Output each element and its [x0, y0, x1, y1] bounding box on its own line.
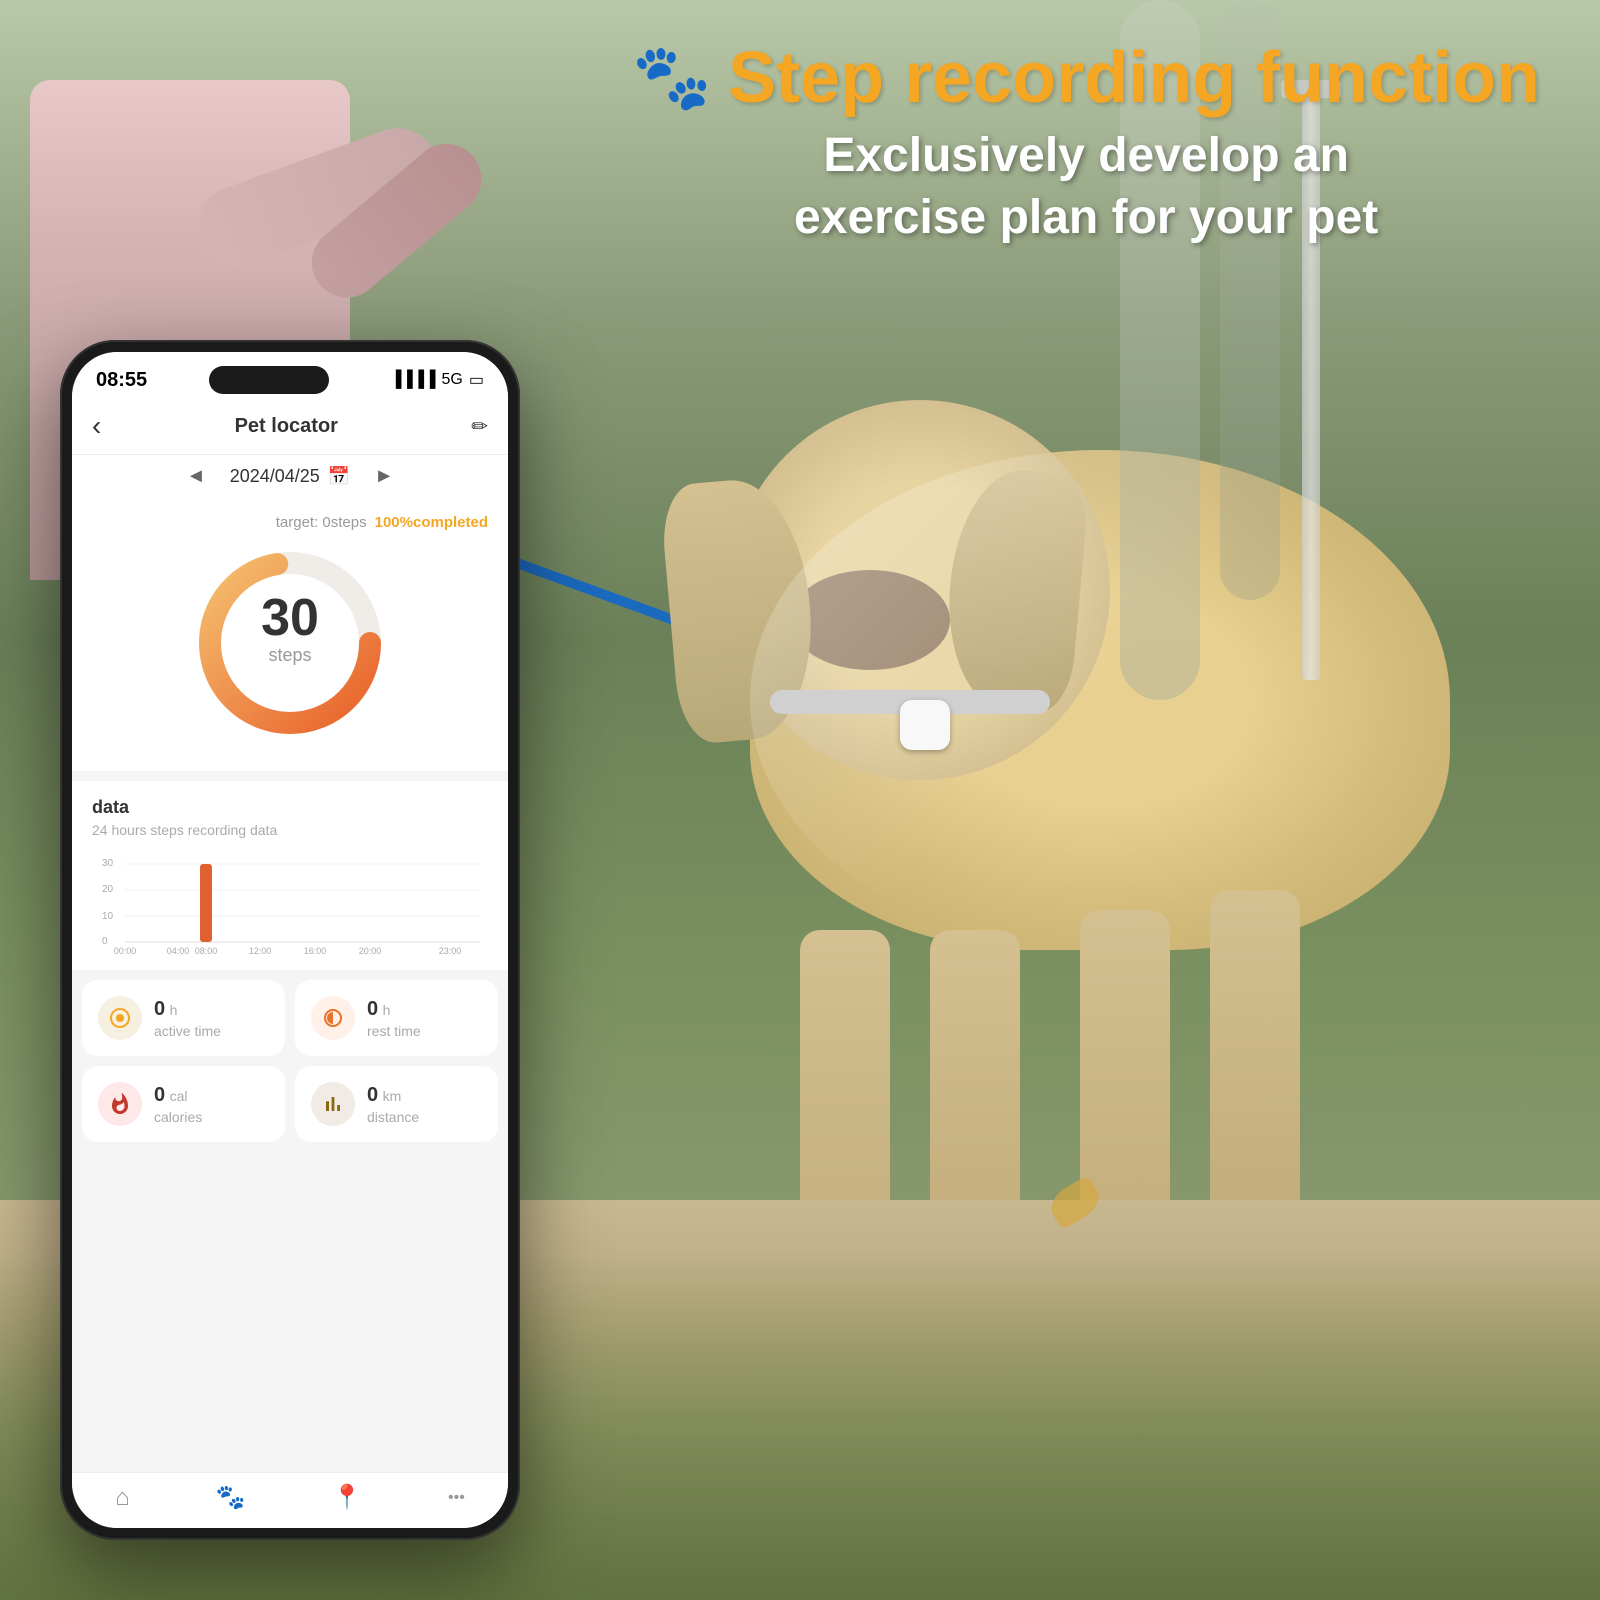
date-next-button[interactable]: ►	[374, 465, 394, 488]
steps-section: target: 0steps 100%completed	[72, 498, 508, 771]
nav-title: Pet locator	[235, 415, 338, 438]
home-icon: ⌂	[115, 1484, 130, 1512]
tab-home[interactable]: ⌂	[115, 1484, 130, 1512]
paw-tab-icon: 🐾	[216, 1483, 246, 1512]
dynamic-island	[209, 366, 329, 394]
date-value: 2024/04/25	[230, 466, 320, 487]
svg-text:00:00: 00:00	[114, 946, 137, 954]
rest-time-icon	[311, 996, 355, 1040]
date-display: 2024/04/25 📅	[230, 466, 351, 487]
date-prev-button[interactable]: ◄	[186, 465, 206, 488]
tab-location[interactable]: 📍	[332, 1483, 362, 1512]
calendar-icon[interactable]: 📅	[328, 466, 350, 487]
svg-text:16:00: 16:00	[304, 946, 327, 954]
stat-card-active-time: 0 h active time	[82, 980, 285, 1056]
stat-card-distance: 0 km distance	[295, 1066, 498, 1142]
header-subtitle: Exclusively develop an exercise plan for…	[632, 125, 1540, 250]
phone-screen: 08:55 ▐▐▐▐ 5G ▭ ‹ Pet locator ✏ ◄ 2024/0…	[72, 352, 508, 1528]
active-time-unit: h	[170, 1002, 178, 1018]
status-time: 08:55	[96, 369, 147, 392]
active-time-value: 0	[154, 998, 165, 1020]
distance-label: distance	[367, 1109, 419, 1125]
network-label: 5G	[442, 371, 463, 389]
nav-bar: ‹ Pet locator ✏	[72, 402, 508, 455]
location-icon: 📍	[332, 1483, 362, 1512]
tab-paw[interactable]: 🐾	[216, 1483, 246, 1512]
battery-icon: ▭	[469, 370, 484, 390]
signal-icon: ▐▐▐▐	[390, 371, 435, 389]
data-section: data 24 hours steps recording data 30 20…	[72, 781, 508, 970]
svg-text:20: 20	[102, 884, 114, 895]
bottom-spacer	[72, 1152, 508, 1172]
steps-ring-svg: 30 steps	[190, 543, 390, 743]
svg-text:30: 30	[102, 858, 114, 869]
active-time-label: active time	[154, 1023, 221, 1039]
svg-text:steps: steps	[268, 645, 311, 665]
calories-unit: cal	[170, 1088, 188, 1104]
target-label: target: 0steps	[276, 514, 367, 531]
rest-time-value: 0	[367, 998, 378, 1020]
stats-grid: 0 h active time	[72, 980, 508, 1152]
step-recording-title: Step recording function	[728, 42, 1540, 114]
svg-text:30: 30	[261, 589, 319, 647]
rest-time-info: 0 h rest time	[367, 998, 421, 1039]
target-row: target: 0steps 100%completed	[92, 514, 488, 531]
header-area: 🐾 Step recording function Exclusively de…	[632, 40, 1540, 250]
calories-value: 0	[154, 1084, 165, 1106]
distance-value: 0	[367, 1084, 378, 1106]
chart-subtitle: 24 hours steps recording data	[92, 822, 488, 838]
date-nav: ◄ 2024/04/25 📅 ►	[72, 455, 508, 498]
rest-time-unit: h	[383, 1002, 391, 1018]
distance-unit: km	[383, 1088, 402, 1104]
svg-text:23:00: 23:00	[439, 946, 462, 954]
svg-text:0: 0	[102, 936, 108, 947]
svg-text:10: 10	[102, 911, 114, 922]
active-time-icon	[98, 996, 142, 1040]
calories-label: calories	[154, 1109, 202, 1125]
stat-card-rest-time: 0 h rest time	[295, 980, 498, 1056]
status-icons: ▐▐▐▐ 5G ▭	[390, 370, 484, 390]
steps-ring-container: 30 steps	[92, 543, 488, 743]
phone-outer-frame: 08:55 ▐▐▐▐ 5G ▭ ‹ Pet locator ✏ ◄ 2024/0…	[60, 340, 520, 1540]
stat-card-calories: 0 cal calories	[82, 1066, 285, 1142]
phone-mockup: 08:55 ▐▐▐▐ 5G ▭ ‹ Pet locator ✏ ◄ 2024/0…	[60, 340, 520, 1540]
header-title-row: 🐾 Step recording function	[632, 40, 1540, 115]
scroll-area[interactable]: target: 0steps 100%completed	[72, 498, 508, 1472]
more-icon: •••	[448, 1489, 465, 1507]
distance-icon	[311, 1082, 355, 1126]
chart-area: 30 20 10 0	[92, 854, 488, 954]
edit-button[interactable]: ✏	[471, 414, 488, 439]
tab-more[interactable]: •••	[448, 1489, 465, 1507]
paw-icon: 🐾	[632, 40, 712, 115]
chart-title: data	[92, 797, 488, 818]
svg-text:04:00: 04:00	[167, 946, 190, 954]
svg-text:12:00: 12:00	[249, 946, 272, 954]
calories-icon	[98, 1082, 142, 1126]
svg-text:08:00: 08:00	[195, 946, 218, 954]
svg-text:20:00: 20:00	[359, 946, 382, 954]
distance-info: 0 km distance	[367, 1084, 419, 1125]
status-bar: 08:55 ▐▐▐▐ 5G ▭	[72, 352, 508, 402]
rest-time-label: rest time	[367, 1023, 421, 1039]
tab-bar: ⌂ 🐾 📍 •••	[72, 1472, 508, 1528]
chart-svg: 30 20 10 0	[92, 854, 488, 954]
calories-info: 0 cal calories	[154, 1084, 202, 1125]
back-button[interactable]: ‹	[92, 410, 101, 442]
active-time-info: 0 h active time	[154, 998, 221, 1039]
completed-label: 100%completed	[375, 514, 488, 531]
